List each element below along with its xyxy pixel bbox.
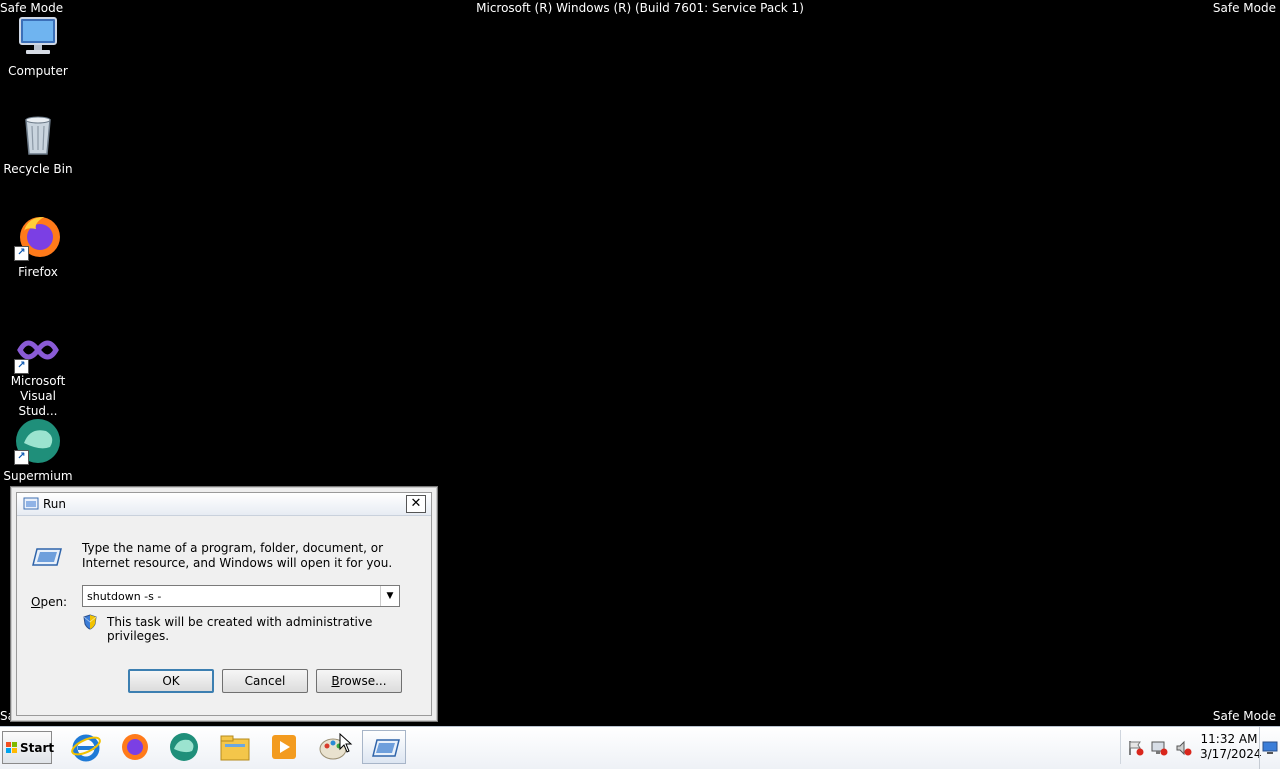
desktop-icon-label: Computer xyxy=(8,64,68,78)
taskbar: Start 11:32 AM 3/17/2024 xyxy=(0,726,1280,769)
network-disconnected-icon[interactable] xyxy=(1151,740,1169,756)
show-desktop-button[interactable] xyxy=(1259,727,1280,769)
firefox-icon xyxy=(122,734,148,760)
desktop-icon-firefox[interactable]: ↗ Firefox xyxy=(0,213,76,280)
cancel-button[interactable]: Cancel xyxy=(222,669,308,693)
taskbar-firefox[interactable] xyxy=(113,730,157,764)
browse-label: rowse... xyxy=(339,674,387,688)
open-input[interactable] xyxy=(83,586,375,606)
shortcut-arrow-icon: ↗ xyxy=(14,359,29,374)
admin-privileges-note: This task will be created with administr… xyxy=(107,615,373,643)
run-dialog-frame: Run ✕ Type the name of a program, folder… xyxy=(16,492,432,716)
action-center-flag-icon[interactable] xyxy=(1127,740,1145,756)
taskbar-media-player[interactable] xyxy=(262,730,306,764)
visual-studio-icon: ↗ xyxy=(14,326,62,374)
desktop-icon-recycle-bin[interactable]: Recycle Bin xyxy=(0,110,76,177)
shortcut-arrow-icon: ↗ xyxy=(14,246,29,261)
run-description: Type the name of a program, folder, docu… xyxy=(82,541,393,570)
run-program-icon xyxy=(32,548,62,566)
run-titlebar[interactable]: Run ✕ xyxy=(17,493,431,516)
desktop-icon-label: Supermium xyxy=(3,469,73,483)
desktop-icon-label-line1: Microsoft xyxy=(10,374,66,388)
supermium-icon xyxy=(170,733,198,761)
run-icon xyxy=(23,497,39,510)
clock-date: 3/17/2024 xyxy=(1200,747,1262,761)
supermium-icon: ↗ xyxy=(14,417,62,465)
run-icon xyxy=(372,739,400,757)
shortcut-arrow-icon: ↗ xyxy=(14,450,29,465)
taskbar-file-explorer[interactable] xyxy=(213,730,257,764)
media-player-icon xyxy=(272,735,296,759)
taskbar-internet-explorer[interactable] xyxy=(64,730,108,764)
desktop-icon-visual-studio[interactable]: ↗ Microsoft Visual Stud... xyxy=(0,326,76,419)
open-label-text: pen: xyxy=(40,595,68,609)
desktop-icon-supermium[interactable]: ↗ Supermium xyxy=(0,417,76,484)
browse-button[interactable]: Browse... xyxy=(316,669,402,693)
desktop-icon-label: Firefox xyxy=(18,265,58,279)
ok-button[interactable]: OK xyxy=(128,669,214,693)
safe-mode-label-bottom-right: Safe Mode xyxy=(1212,709,1276,723)
open-combobox[interactable]: ▼ xyxy=(82,585,400,607)
clock-time: 11:32 AM xyxy=(1200,732,1258,746)
mouse-cursor-icon xyxy=(339,733,353,753)
chevron-down-icon[interactable]: ▼ xyxy=(380,586,399,606)
browse-accesskey: B xyxy=(331,674,340,688)
monitor-icon xyxy=(1262,741,1278,754)
open-label: Open: xyxy=(31,595,67,609)
safe-mode-label-top-right: Safe Mode xyxy=(1212,1,1276,15)
run-dialog-title: Run xyxy=(43,497,67,511)
windows-build-label: Microsoft (R) Windows (R) (Build 7601: S… xyxy=(476,1,804,15)
desktop-icon-computer[interactable]: Computer xyxy=(0,12,76,79)
desktop-icon-label: Recycle Bin xyxy=(3,162,73,176)
taskbar-supermium[interactable] xyxy=(162,730,206,764)
close-button[interactable]: ✕ xyxy=(406,495,426,513)
desktop-icon-label-line2: Visual Stud... xyxy=(18,389,58,418)
start-button[interactable]: Start xyxy=(2,731,55,764)
file-explorer-icon xyxy=(220,735,250,761)
uac-shield-icon xyxy=(83,614,97,630)
volume-muted-icon[interactable] xyxy=(1175,740,1193,756)
system-tray xyxy=(1120,730,1201,764)
start-label: Start xyxy=(20,741,55,755)
firefox-icon: ↗ xyxy=(14,213,62,261)
recycle-bin-icon xyxy=(14,110,62,158)
run-dialog: Run ✕ Type the name of a program, folder… xyxy=(10,486,438,722)
internet-explorer-icon xyxy=(71,734,101,762)
windows-logo-icon xyxy=(6,742,17,753)
taskbar-clock[interactable]: 11:32 AM 3/17/2024 xyxy=(1200,732,1262,762)
computer-icon xyxy=(14,12,62,60)
taskbar-run[interactable] xyxy=(362,730,406,764)
